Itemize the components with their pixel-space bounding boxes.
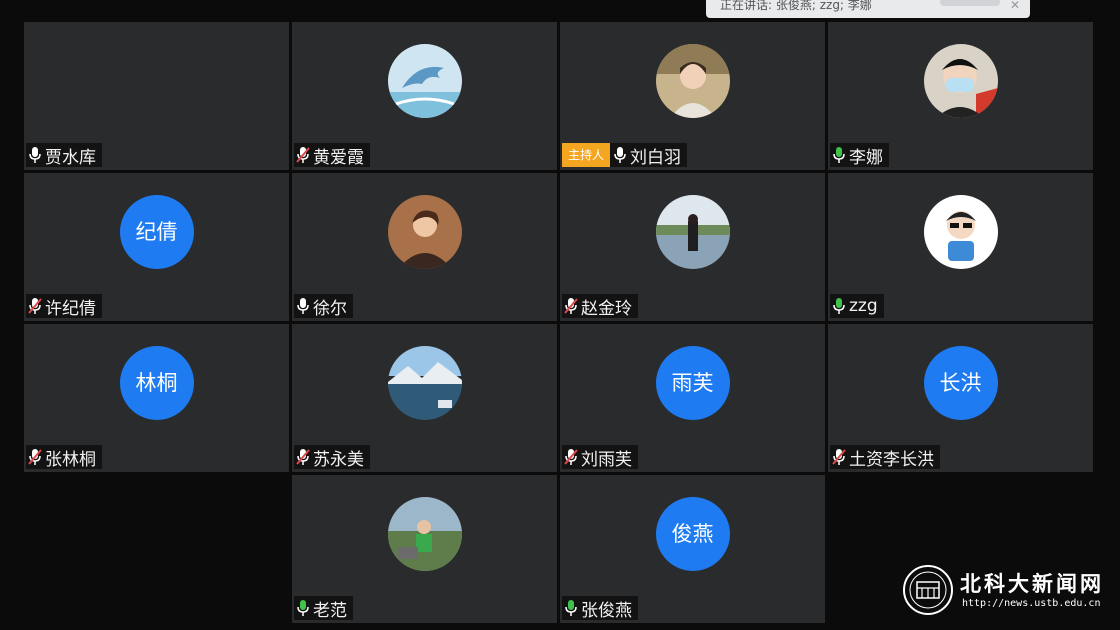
participant-name: zzg <box>849 296 878 316</box>
participant-tile[interactable]: 长洪土资李长洪 <box>828 324 1093 472</box>
participant-name: 李娜 <box>849 147 883 168</box>
news-url: http://news.ustb.edu.cn <box>962 598 1101 609</box>
mic-muted-icon <box>564 297 581 315</box>
avatar-initials: 雨芙 <box>655 346 730 420</box>
participant-tile[interactable]: 老范 <box>292 475 557 623</box>
avatar-initials: 纪倩 <box>119 195 194 269</box>
participant-name: 张林桐 <box>45 449 96 470</box>
mic-muted-icon <box>296 146 313 164</box>
participant-tile[interactable]: 林桐张林桐 <box>24 324 289 472</box>
name-tag: 张俊燕 <box>562 596 638 621</box>
mic-icon <box>564 599 581 617</box>
participant-name: 土资李长洪 <box>849 449 934 470</box>
host-badge: 主持人 <box>562 143 611 167</box>
participant-name: 刘雨芙 <box>581 449 632 470</box>
participant-name: 赵金玲 <box>581 298 632 319</box>
avatar-initials: 林桐 <box>119 346 194 420</box>
participant-name: 刘白羽 <box>630 147 682 168</box>
mic-muted-icon <box>28 297 45 315</box>
name-tag: zzg <box>830 294 884 318</box>
avatar <box>387 346 462 420</box>
mic-icon <box>832 146 849 164</box>
participant-tile[interactable]: 贾水库 <box>24 22 289 170</box>
mic-icon <box>296 599 313 617</box>
news-watermark: 北科大新闻网 http://news.ustb.edu.cn <box>900 562 1110 620</box>
name-tag: 徐尔 <box>294 294 353 319</box>
participant-tile[interactable]: 赵金玲 <box>560 173 825 321</box>
participant-tile[interactable]: zzg <box>828 173 1093 321</box>
participant-name: 老范 <box>313 600 347 621</box>
avatar <box>923 195 998 269</box>
name-tag: 刘雨芙 <box>562 445 638 470</box>
participant-tile[interactable]: 纪倩许纪倩 <box>24 173 289 321</box>
mic-icon <box>28 146 45 164</box>
name-tag: 主持人 刘白羽 <box>562 143 688 168</box>
participant-tile[interactable]: 黄爱霞 <box>292 22 557 170</box>
name-tag: 苏永美 <box>294 445 370 470</box>
avatar <box>387 497 462 571</box>
name-tag: 老范 <box>294 596 353 621</box>
mic-icon <box>832 297 849 315</box>
name-tag: 赵金玲 <box>562 294 638 319</box>
avatar <box>387 195 462 269</box>
avatar-initials: 俊燕 <box>655 497 730 571</box>
participant-name: 许纪倩 <box>45 298 96 319</box>
participant-name: 黄爱霞 <box>313 147 364 168</box>
name-tag: 许纪倩 <box>26 294 102 319</box>
participant-name: 徐尔 <box>313 298 347 319</box>
participant-name: 贾水库 <box>45 147 96 168</box>
participant-tile[interactable]: 雨芙刘雨芙 <box>560 324 825 472</box>
name-tag: 张林桐 <box>26 445 102 470</box>
video-grid: 贾水库 黄爱霞 主持人 刘白羽 李娜 纪倩 许纪倩 徐尔 赵金玲 zzg 林桐 张林桐 苏永美 雨芙 刘雨芙… <box>0 0 1120 630</box>
avatar <box>923 44 998 118</box>
name-tag: 黄爱霞 <box>294 143 370 168</box>
avatar <box>387 44 462 118</box>
mic-icon <box>613 146 630 164</box>
avatar-initials: 长洪 <box>923 346 998 420</box>
participant-tile[interactable]: 苏永美 <box>292 324 557 472</box>
participant-tile[interactable]: 俊燕张俊燕 <box>560 475 825 623</box>
participant-name: 苏永美 <box>313 449 364 470</box>
avatar <box>655 195 730 269</box>
name-tag: 土资李长洪 <box>830 445 940 470</box>
mic-muted-icon <box>564 448 581 466</box>
news-brand: 北科大新闻网 <box>960 571 1104 596</box>
mic-icon <box>296 297 313 315</box>
university-seal-logo <box>903 565 953 615</box>
mic-muted-icon <box>832 448 849 466</box>
participant-tile[interactable]: 主持人 刘白羽 <box>560 22 825 170</box>
participant-name: 张俊燕 <box>581 600 632 621</box>
name-tag: 李娜 <box>830 143 889 168</box>
avatar <box>655 44 730 118</box>
participant-tile[interactable]: 徐尔 <box>292 173 557 321</box>
mic-muted-icon <box>296 448 313 466</box>
mic-muted-icon <box>28 448 45 466</box>
name-tag: 贾水库 <box>26 143 102 168</box>
participant-tile[interactable]: 李娜 <box>828 22 1093 170</box>
